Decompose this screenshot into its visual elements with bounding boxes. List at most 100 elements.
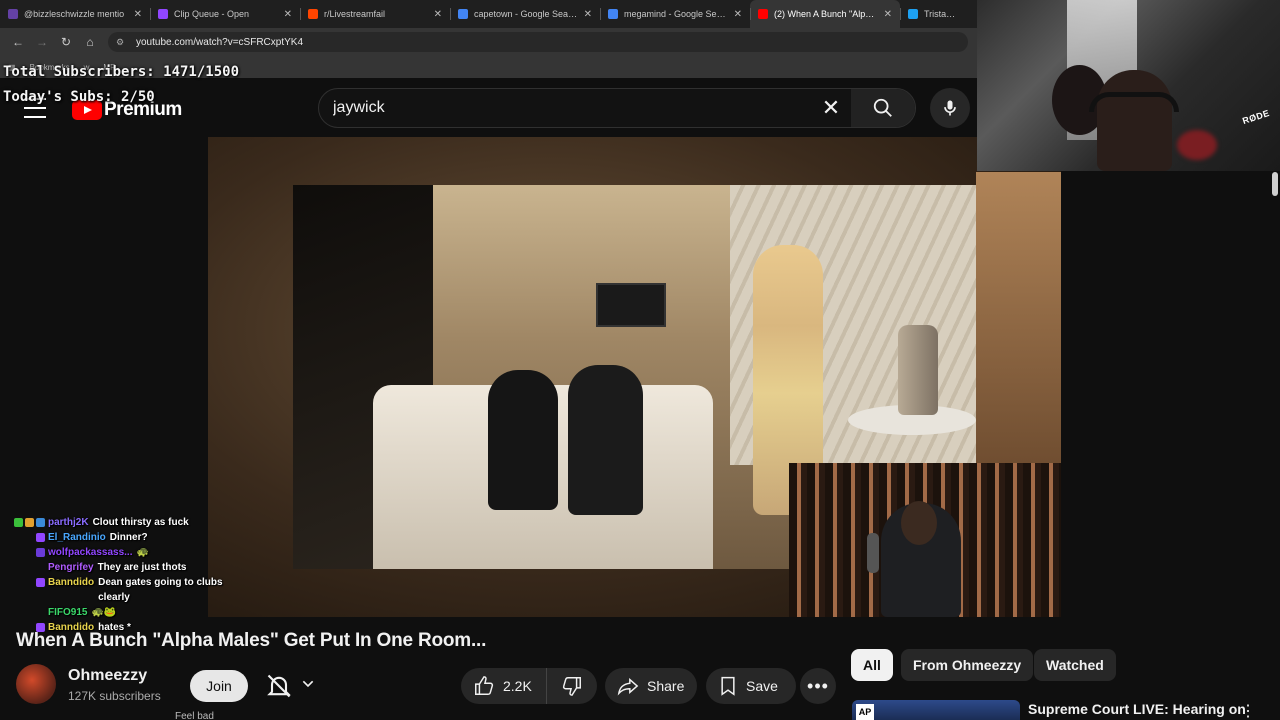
chat-badges bbox=[4, 575, 48, 605]
chat-username: FIFO915 bbox=[48, 607, 88, 618]
share-label: Share bbox=[647, 678, 685, 694]
tab-title: megamind - Google Search bbox=[624, 9, 728, 19]
chat-badges bbox=[4, 515, 48, 530]
search-box: ✕ bbox=[318, 88, 916, 128]
save-label: Save bbox=[746, 678, 778, 694]
search-button[interactable] bbox=[851, 89, 915, 127]
address-bar[interactable]: ⚙ youtube.com/watch?v=cSFRCxptYK4 bbox=[108, 32, 968, 52]
chat-username: El_Randinio bbox=[48, 532, 106, 543]
close-tab-icon[interactable]: ✕ bbox=[734, 9, 742, 20]
browser-tab[interactable]: capetown - Google Search ✕ bbox=[450, 0, 600, 28]
join-button[interactable]: Join bbox=[190, 670, 248, 702]
tab-favicon-icon bbox=[608, 9, 618, 19]
channel-avatar[interactable] bbox=[16, 664, 56, 704]
tab-favicon-icon bbox=[8, 9, 18, 19]
tab-favicon-icon bbox=[758, 9, 768, 19]
chat-message: El_Randinio Dinner? bbox=[4, 530, 234, 545]
back-icon[interactable]: ← bbox=[6, 30, 30, 54]
browser-tab[interactable]: (2) When A Bunch "Alpha Ma ✕ bbox=[750, 0, 900, 28]
share-icon bbox=[617, 677, 639, 696]
tab-title: capetown - Google Search bbox=[474, 9, 578, 19]
chat-message: wolfpackassass... 🐢 bbox=[4, 545, 234, 560]
chat-text: Dean gates going to clubs clearly bbox=[98, 577, 223, 603]
forward-icon[interactable]: → bbox=[30, 30, 54, 54]
badge-icon bbox=[36, 578, 45, 587]
browser-tab[interactable]: Clip Queue - Open ✕ bbox=[150, 0, 300, 28]
recommended-thumbnail[interactable]: AP bbox=[852, 700, 1020, 720]
scrollbar-thumb[interactable] bbox=[1272, 172, 1278, 196]
kebab-menu-icon[interactable]: ⋮ bbox=[1240, 701, 1256, 720]
mic-brand-label: RØDE bbox=[1241, 107, 1271, 127]
chat-overlay: parthj2K Clout thirsty as fuck El_Randinio… bbox=[4, 515, 234, 635]
browser-tab[interactable]: megamind - Google Search ✕ bbox=[600, 0, 750, 28]
chip-all[interactable]: All bbox=[851, 649, 893, 681]
clear-search-icon[interactable]: ✕ bbox=[811, 88, 851, 128]
chat-message: parthj2K Clout thirsty as fuck bbox=[4, 515, 234, 530]
chip-from-channel[interactable]: From Ohmeezzy bbox=[901, 649, 1034, 681]
video-title: When A Bunch "Alpha Males" Get Put In On… bbox=[16, 630, 487, 651]
dislike-button[interactable] bbox=[547, 668, 597, 704]
badge-icon bbox=[36, 533, 45, 542]
tab-favicon-icon bbox=[458, 9, 468, 19]
chat-username: parthj2K bbox=[48, 517, 89, 528]
chat-overflow-line: Feel bad bbox=[175, 711, 214, 720]
url-text: youtube.com/watch?v=cSFRCxptYK4 bbox=[136, 36, 304, 48]
search-icon bbox=[873, 98, 892, 117]
voice-search-button[interactable] bbox=[930, 88, 970, 128]
chat-badges bbox=[4, 530, 48, 545]
thumbs-up-icon bbox=[475, 676, 494, 695]
tab-title: Clip Queue - Open bbox=[174, 9, 250, 19]
streamer-webcam: RØDE bbox=[977, 0, 1280, 171]
chat-badges bbox=[4, 560, 48, 575]
home-icon[interactable]: ⌂ bbox=[78, 30, 102, 54]
scene-streamer bbox=[1097, 70, 1172, 171]
chat-badges bbox=[4, 605, 48, 620]
scene-person bbox=[488, 370, 558, 510]
tab-favicon-icon bbox=[308, 9, 318, 19]
chat-username: wolfpackassass... bbox=[48, 547, 133, 558]
like-count: 2.2K bbox=[503, 678, 532, 694]
subscriber-count: 127K subscribers bbox=[68, 689, 161, 703]
chat-message: Banndido Dean gates going to clubs clearl… bbox=[4, 575, 234, 605]
scene-vase bbox=[898, 325, 938, 415]
share-button[interactable]: Share bbox=[605, 668, 697, 704]
chat-message: Pengrifey They are just thots bbox=[4, 560, 234, 575]
microphone-icon bbox=[944, 100, 956, 116]
badge-icon bbox=[36, 548, 45, 557]
close-tab-icon[interactable]: ✕ bbox=[584, 9, 592, 20]
more-actions-icon[interactable]: ••• bbox=[800, 668, 836, 704]
browser-tab[interactable]: @bizzleschwizzle mentio ✕ bbox=[0, 0, 150, 28]
tab-title: (2) When A Bunch "Alpha Ma bbox=[774, 9, 878, 19]
browser-tab[interactable]: Tristan Tate bbox=[900, 0, 967, 28]
chevron-down-icon[interactable] bbox=[300, 676, 316, 692]
tab-title: @bizzleschwizzle mentio bbox=[24, 9, 125, 19]
tab-title: r/Livestreamfail bbox=[324, 9, 386, 19]
total-subscribers-overlay: Total Subscribers: 1471/1500 bbox=[3, 64, 240, 80]
channel-name[interactable]: Ohmeezzy bbox=[68, 667, 147, 685]
scene-microphone bbox=[867, 533, 879, 573]
notifications-off-icon[interactable] bbox=[265, 672, 293, 700]
reload-icon[interactable]: ↻ bbox=[54, 30, 78, 54]
tab-favicon-icon bbox=[158, 9, 168, 19]
video-background bbox=[976, 172, 1061, 467]
ap-logo: AP bbox=[856, 704, 874, 720]
recommended-title[interactable]: Supreme Court LIVE: Hearing on bbox=[1028, 701, 1246, 717]
badge-icon bbox=[14, 518, 23, 527]
close-tab-icon[interactable]: ✕ bbox=[884, 9, 892, 20]
picture-in-picture-video bbox=[789, 463, 1061, 617]
search-input[interactable] bbox=[319, 99, 811, 117]
chip-watched[interactable]: Watched bbox=[1034, 649, 1116, 681]
close-tab-icon[interactable]: ✕ bbox=[284, 9, 292, 20]
chat-text: Dinner? bbox=[109, 532, 148, 543]
tab-title: Tristan Tate bbox=[924, 9, 959, 19]
scene-person bbox=[568, 365, 643, 515]
save-button[interactable]: Save bbox=[706, 668, 796, 704]
close-tab-icon[interactable]: ✕ bbox=[134, 9, 142, 20]
like-button[interactable]: 2.2K bbox=[461, 668, 547, 704]
close-tab-icon[interactable]: ✕ bbox=[434, 9, 442, 20]
chat-username: Pengrifey bbox=[48, 562, 94, 573]
site-info-icon[interactable]: ⚙ bbox=[116, 37, 128, 48]
scene-commentator-head bbox=[901, 501, 937, 545]
browser-toolbar: ← → ↻ ⌂ ⚙ youtube.com/watch?v=cSFRCxptYK… bbox=[0, 28, 977, 56]
browser-tab[interactable]: r/Livestreamfail ✕ bbox=[300, 0, 450, 28]
